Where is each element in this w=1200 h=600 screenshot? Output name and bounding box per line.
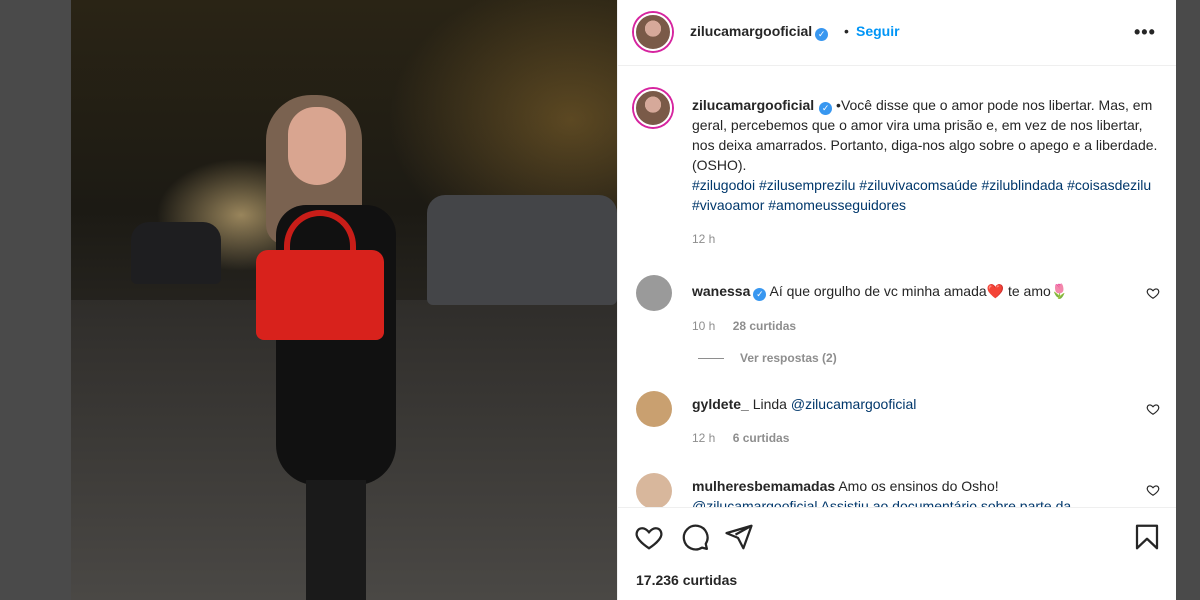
verified-icon: ✓ bbox=[753, 288, 767, 301]
comment-text: Aí que orgulho de vc minha amada bbox=[769, 283, 987, 299]
comment-body: wanessa ✓ Aí que orgulho de vc minha amad… bbox=[692, 283, 1068, 301]
comment-body: gyldete_ Linda @zilucamargooficial bbox=[692, 396, 916, 412]
comments-list[interactable]: zilucamargooficial ✓ •Você disse que o am… bbox=[618, 67, 1177, 507]
author-name[interactable]: zilucamargooficial ✓ bbox=[690, 23, 829, 41]
photo-car bbox=[131, 222, 221, 284]
comment-likes[interactable]: 28 curtidas bbox=[733, 319, 796, 333]
more-options-icon[interactable]: ••• bbox=[1134, 22, 1156, 43]
comment-likes[interactable]: 6 curtidas bbox=[733, 431, 790, 445]
photo-car bbox=[427, 195, 617, 305]
avatar[interactable] bbox=[634, 13, 672, 51]
comment-like-icon[interactable] bbox=[1146, 402, 1160, 416]
photo-red-bag bbox=[256, 250, 384, 340]
photo-legs bbox=[306, 480, 366, 600]
page-dim-right bbox=[1176, 0, 1200, 600]
verified-icon: ✓ bbox=[819, 102, 833, 115]
comment-like-icon[interactable] bbox=[1146, 483, 1160, 497]
comment-meta: 10 h 28 curtidas bbox=[692, 319, 810, 333]
comment-text-after: te amo bbox=[1004, 283, 1051, 299]
avatar[interactable] bbox=[636, 473, 672, 507]
post-header: zilucamargooficial ✓ • Seguir ••• bbox=[618, 0, 1177, 66]
heart-icon[interactable] bbox=[634, 522, 664, 552]
page-dim-left bbox=[0, 0, 71, 600]
comment-text: Linda bbox=[752, 396, 791, 412]
avatar[interactable] bbox=[636, 275, 672, 311]
post-caption: zilucamargooficial ✓ •Você disse que o am… bbox=[692, 95, 1162, 215]
comment-username[interactable]: mulheresbemamadas bbox=[692, 478, 835, 494]
post-actions: 17.236 curtidas bbox=[618, 507, 1177, 600]
caption-timestamp[interactable]: 12 h bbox=[692, 232, 715, 246]
photo-person bbox=[256, 95, 416, 600]
tulip-emoji: 🌷 bbox=[1050, 283, 1069, 299]
comment-meta: 12 h 6 curtidas bbox=[692, 431, 803, 445]
comment-time[interactable]: 12 h bbox=[692, 431, 715, 445]
comment-like-icon[interactable] bbox=[1146, 286, 1160, 300]
avatar[interactable] bbox=[636, 391, 672, 427]
follow-button[interactable]: Seguir bbox=[856, 23, 900, 39]
comment-time[interactable]: 10 h bbox=[692, 319, 715, 333]
view-replies-label: Ver respostas (2) bbox=[740, 351, 837, 365]
mention-link[interactable]: @zilucamargooficial bbox=[791, 396, 916, 412]
comment-body: mulheresbemamadas Amo os ensinos do Osho… bbox=[692, 476, 1071, 507]
avatar[interactable] bbox=[634, 89, 672, 127]
bookmark-icon[interactable] bbox=[1132, 522, 1162, 552]
caption-hashtags[interactable]: #zilugodoi #zilusemprezilu #ziluvivacoms… bbox=[692, 177, 1151, 213]
comment-username[interactable]: gyldete_ bbox=[692, 396, 749, 412]
view-replies-button[interactable]: Ver respostas (2) bbox=[698, 351, 837, 365]
likes-count[interactable]: 17.236 curtidas bbox=[636, 572, 737, 588]
caption-username[interactable]: zilucamargooficial bbox=[692, 97, 814, 113]
separator-dot: • bbox=[844, 23, 849, 39]
comment-text-line2: @zilucamargooficial Assistiu ao document… bbox=[692, 498, 1072, 507]
post-photo[interactable] bbox=[71, 0, 617, 600]
username-link[interactable]: zilucamargooficial bbox=[690, 23, 812, 39]
heart-emoji: ❤️ bbox=[986, 283, 1005, 299]
share-icon[interactable] bbox=[724, 522, 754, 552]
photo-face bbox=[288, 107, 346, 185]
post-panel: zilucamargooficial ✓ • Seguir ••• zilucam… bbox=[617, 0, 1177, 600]
replies-line bbox=[698, 358, 724, 360]
comment-icon[interactable] bbox=[680, 522, 710, 552]
verified-icon: ✓ bbox=[815, 28, 829, 41]
comment-text: Amo os ensinos do Osho! bbox=[838, 478, 999, 494]
comment-username[interactable]: wanessa bbox=[692, 283, 750, 299]
